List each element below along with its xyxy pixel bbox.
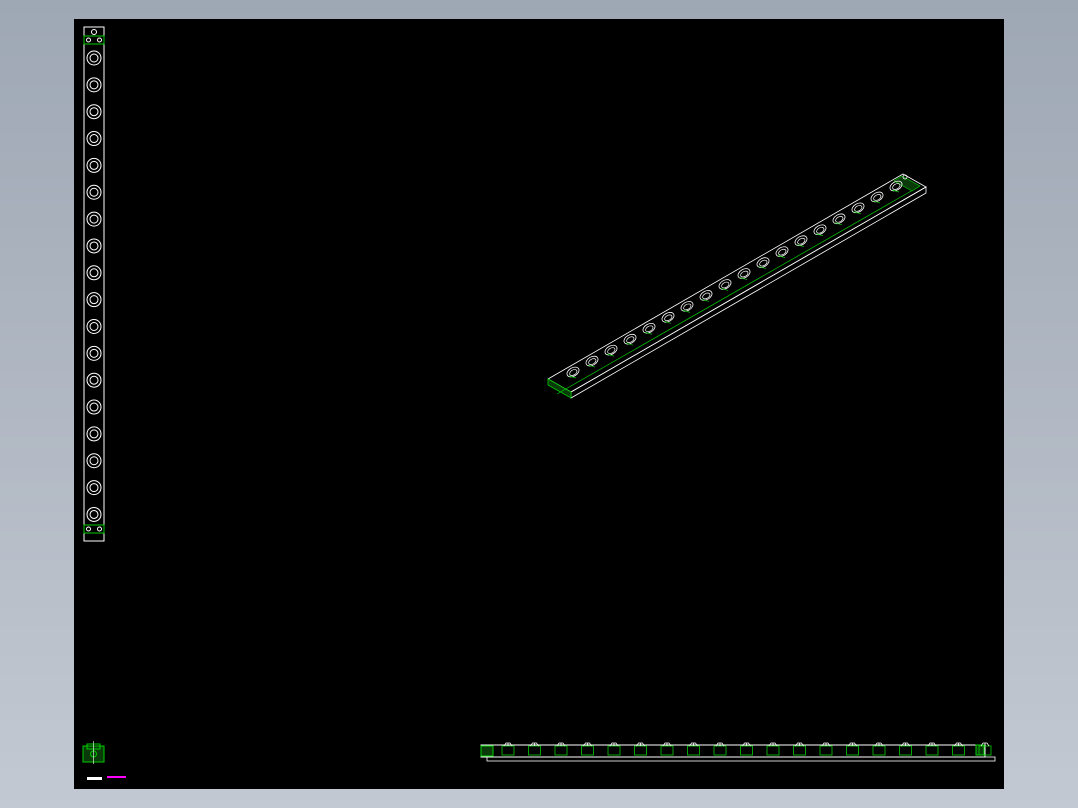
rail-front-end-right [975,744,985,756]
cad-viewport[interactable] [0,0,1078,808]
title-block-note-mark [107,776,126,778]
drawing-canvas[interactable] [74,19,1004,789]
title-block-mark [87,777,102,780]
rail-front-end-left [480,745,494,757]
